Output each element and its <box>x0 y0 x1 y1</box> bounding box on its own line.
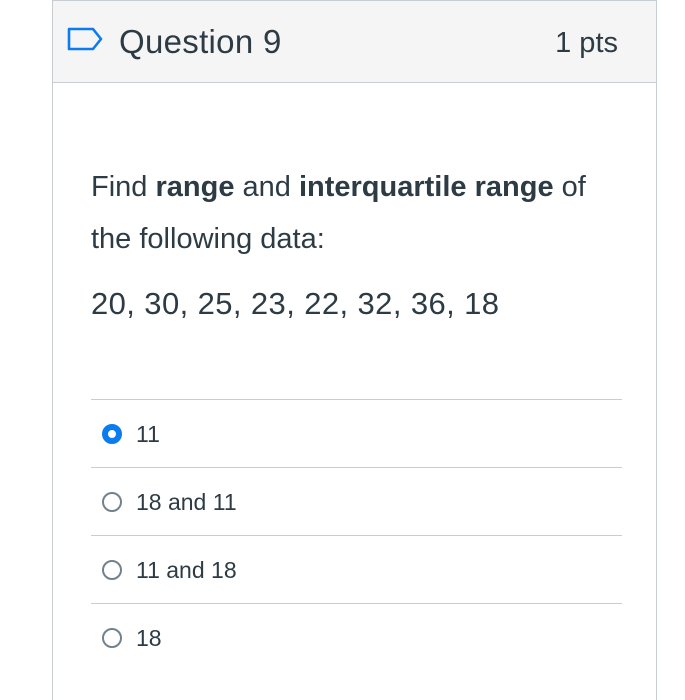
bookmark-flag-icon[interactable] <box>67 27 105 51</box>
answer-label: 18 <box>136 625 162 651</box>
answer-list: 11 18 and 11 11 and 18 18 <box>91 399 622 671</box>
answer-option[interactable]: 11 <box>91 399 622 467</box>
radio-button[interactable] <box>102 492 122 512</box>
question-card: Question 9 1 pts Find range and interqua… <box>52 0 657 700</box>
radio-button[interactable] <box>102 560 122 580</box>
answer-label: 18 and 11 <box>136 489 237 515</box>
radio-button-selected[interactable] <box>102 424 122 444</box>
question-title: Question 9 <box>119 23 282 60</box>
answer-option[interactable]: 11 and 18 <box>91 535 622 603</box>
question-header: Question 9 1 pts <box>53 1 656 83</box>
question-points: 1 pts <box>555 27 618 59</box>
radio-button[interactable] <box>102 628 122 648</box>
answer-label: 11 <box>136 421 160 447</box>
data-values: 20, 30, 25, 23, 22, 32, 36, 18 <box>91 286 500 321</box>
question-prompt: Find range and interquartile range of th… <box>91 161 611 265</box>
prompt-bold-range: range <box>155 171 235 203</box>
answer-option[interactable]: 18 and 11 <box>91 467 622 535</box>
prompt-bold-iqr: interquartile range <box>298 171 554 203</box>
answer-label: 11 and 18 <box>136 557 237 583</box>
answer-option[interactable]: 18 <box>91 603 622 671</box>
prompt-text: Find <box>91 171 156 203</box>
prompt-text: and <box>234 171 299 203</box>
